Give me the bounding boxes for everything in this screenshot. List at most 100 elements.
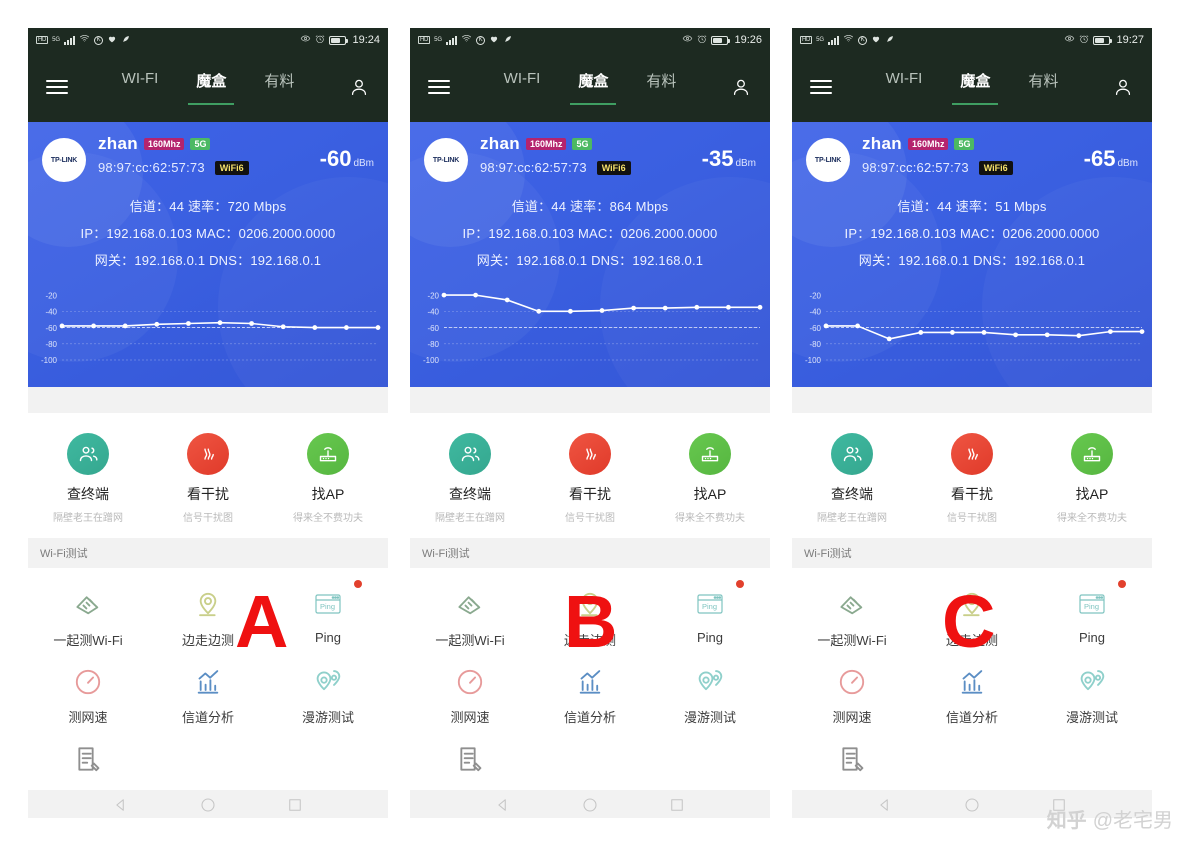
tool-1-1[interactable]: 信道分析 [148, 655, 268, 732]
section-header-wifi-test: Wi-Fi测试 [410, 538, 770, 568]
tab-1[interactable]: 魔盒 [196, 70, 226, 105]
shortcut-1[interactable]: 看干扰 信号干扰图 [530, 433, 650, 524]
wifi6-chip: WiFi6 [214, 160, 249, 175]
recents-square-icon[interactable] [668, 796, 686, 819]
roaming-pins-icon [268, 663, 388, 701]
wifi-icon [843, 33, 854, 47]
feather-icon [121, 34, 131, 47]
watermark-logo: 知乎 [1046, 810, 1087, 832]
tool-0-0[interactable]: 一起测Wi-Fi [410, 578, 530, 655]
tab-2[interactable]: 有料 [646, 70, 676, 105]
tab-1[interactable]: 魔盒 [578, 70, 608, 105]
router-brand-logo: TP-LINK [806, 138, 850, 182]
home-circle-icon[interactable] [963, 796, 981, 819]
phone-panel-a: HD 5G K 19:24 WI-FI 魔盒 有料 TP-LINK zhan 160Mhz 5G 98… [28, 28, 388, 818]
person-icon[interactable] [348, 76, 370, 98]
heat-waves-icon [951, 433, 993, 475]
ssid-label: zhan [862, 134, 902, 153]
hamburger-icon[interactable] [428, 80, 450, 94]
speedometer-icon [410, 663, 530, 701]
alarm-clock-icon [1079, 34, 1089, 47]
speedometer-icon [28, 663, 148, 701]
hand-wifi-icon [792, 586, 912, 624]
heat-waves-icon [187, 433, 229, 475]
person-icon[interactable] [730, 76, 752, 98]
tool-grid: 一起测Wi-Fi 边走边测 Ping Ping 测网速 信道分析 漫游测试 [28, 568, 388, 790]
shortcut-0[interactable]: 查终端 隔壁老王在蹭网 [792, 433, 912, 524]
tool-1-2[interactable]: 漫游测试 [268, 655, 388, 732]
feather-icon [885, 34, 895, 47]
svg-text:-60: -60 [427, 324, 439, 333]
home-circle-icon[interactable] [199, 796, 217, 819]
shortcut-1[interactable]: 看干扰 信号干扰图 [912, 433, 1032, 524]
tab-0[interactable]: WI-FI [122, 70, 159, 105]
report-edit-icon [410, 740, 530, 778]
tool-1-0[interactable]: 测网速 [28, 655, 148, 732]
app-bar: WI-FI 魔盒 有料 [28, 52, 388, 122]
tab-0[interactable]: WI-FI [886, 70, 923, 105]
status-bar: HD 5G K 19:27 [792, 28, 1152, 52]
shortcut-0[interactable]: 查终端 隔壁老王在蹭网 [410, 433, 530, 524]
tool-2-0[interactable] [410, 732, 530, 790]
wifi6-chip: WiFi6 [978, 160, 1013, 175]
tool-0-1[interactable]: 边走边测 [530, 578, 650, 655]
tool-row-0: 一起测Wi-Fi 边走边测 Ping Ping [28, 578, 388, 655]
tool-placeholder [912, 732, 1032, 790]
hamburger-icon[interactable] [810, 80, 832, 94]
tab-1[interactable]: 魔盒 [960, 70, 990, 105]
tab-0[interactable]: WI-FI [504, 70, 541, 105]
router-icon [307, 433, 349, 475]
back-triangle-icon[interactable] [876, 796, 894, 819]
notification-badge [736, 580, 744, 588]
tool-1-1[interactable]: 信道分析 [912, 655, 1032, 732]
svg-text:-100: -100 [423, 356, 440, 365]
svg-text:-40: -40 [45, 308, 57, 317]
signal-bars-icon [64, 35, 76, 45]
recents-square-icon[interactable] [286, 796, 304, 819]
location-pin-icon [148, 586, 268, 624]
tool-1-0[interactable]: 测网速 [410, 655, 530, 732]
people-icon [831, 433, 873, 475]
status-time: 19:24 [352, 34, 380, 46]
tool-0-2[interactable]: Ping Ping [1032, 578, 1152, 655]
tool-1-2[interactable]: 漫游测试 [650, 655, 770, 732]
shortcut-subtitle: 得来全不费功夫 [293, 513, 363, 524]
tool-0-1[interactable]: 边走边测 [148, 578, 268, 655]
tool-placeholder [650, 732, 770, 790]
phone-panel-b: HD 5G K 19:26 WI-FI 魔盒 有料 TP-LINK zhan 160Mhz 5G 98… [410, 28, 770, 818]
shortcut-2[interactable]: 找AP 得来全不费功夫 [1032, 433, 1152, 524]
back-triangle-icon[interactable] [494, 796, 512, 819]
tab-2[interactable]: 有料 [264, 70, 294, 105]
tool-2-0[interactable] [28, 732, 148, 790]
hd-badge: HD [418, 36, 431, 44]
shortcut-subtitle: 隔壁老王在蹭网 [53, 513, 123, 524]
back-triangle-icon[interactable] [112, 796, 130, 819]
tool-0-2[interactable]: Ping Ping [268, 578, 388, 655]
hamburger-icon[interactable] [46, 80, 68, 94]
tool-0-2[interactable]: Ping Ping [650, 578, 770, 655]
people-icon [67, 433, 109, 475]
shortcut-0[interactable]: 查终端 隔壁老王在蹭网 [28, 433, 148, 524]
person-icon[interactable] [1112, 76, 1134, 98]
tool-1-2[interactable]: 漫游测试 [1032, 655, 1152, 732]
tool-1-1[interactable]: 信道分析 [530, 655, 650, 732]
network-type-label: 5G [434, 37, 443, 43]
tool-1-0[interactable]: 测网速 [792, 655, 912, 732]
tab-2[interactable]: 有料 [1028, 70, 1058, 105]
shortcut-2[interactable]: 找AP 得来全不费功夫 [268, 433, 388, 524]
tool-0-0[interactable]: 一起测Wi-Fi [792, 578, 912, 655]
tool-0-0[interactable]: 一起测Wi-Fi [28, 578, 148, 655]
band-chip: 5G [190, 138, 211, 150]
svg-text:-20: -20 [809, 291, 821, 300]
shortcut-1[interactable]: 看干扰 信号干扰图 [148, 433, 268, 524]
home-circle-icon[interactable] [581, 796, 599, 819]
tool-label: 一起测Wi-Fi [817, 633, 887, 648]
location-pin-icon [530, 586, 650, 624]
tool-label: 测网速 [832, 710, 872, 725]
tool-0-1[interactable]: 边走边测 [912, 578, 1032, 655]
shortcut-2[interactable]: 找AP 得来全不费功夫 [650, 433, 770, 524]
tool-row-2 [410, 732, 770, 790]
tool-2-0[interactable] [792, 732, 912, 790]
tool-label: 边走边测 [563, 633, 616, 648]
feather-icon [503, 34, 513, 47]
